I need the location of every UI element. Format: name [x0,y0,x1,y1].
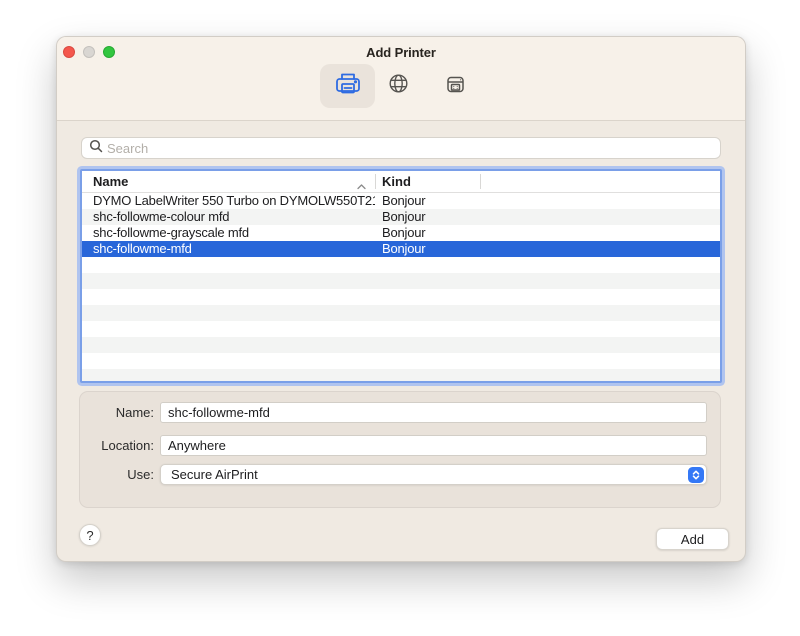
sort-ascending-icon [357,178,366,193]
empty-row [82,273,720,289]
printer-dotmatrix-icon [444,72,467,100]
name-field[interactable] [160,402,707,423]
add-printer-window: Add Printer [56,36,746,562]
printer-details-panel: Name: Location: Use: Secure AirPrint [79,391,721,508]
location-label: Location: [80,435,154,456]
empty-row [82,337,720,353]
table-body: DYMO LabelWriter 550 Turbo on DYMOLW550T… [82,193,720,383]
use-label: Use: [80,464,154,485]
column-divider [480,174,481,189]
printer-kind-cell: Bonjour [382,193,425,209]
empty-row [82,289,720,305]
printer-icon [334,71,362,102]
location-field[interactable] [160,435,707,456]
globe-icon [388,73,409,99]
table-row[interactable]: shc-followme-grayscale mfd Bonjour [82,225,720,241]
help-button[interactable]: ? [79,524,101,546]
name-label: Name: [80,402,154,423]
printer-name-cell: shc-followme-colour mfd [93,209,375,225]
table-row-selected[interactable]: shc-followme-mfd Bonjour [82,241,720,257]
popup-stepper-icon [688,467,704,483]
titlebar: Add Printer [57,37,745,121]
printer-kind-cell: Bonjour [382,225,425,241]
printer-kind-cell: Bonjour [382,209,425,225]
empty-row [82,369,720,383]
search-field[interactable] [81,137,721,159]
table-row[interactable]: shc-followme-colour mfd Bonjour [82,209,720,225]
printer-kind-cell: Bonjour [382,241,425,257]
use-dropdown[interactable]: Secure AirPrint [160,464,707,485]
tab-windows-printer[interactable] [428,64,483,108]
printer-name-cell: DYMO LabelWriter 550 Turbo on DYMOLW550T… [93,193,375,209]
empty-row [82,321,720,337]
add-button[interactable]: Add [656,528,729,550]
printer-name-cell: shc-followme-grayscale mfd [93,225,375,241]
window-title: Add Printer [57,45,745,61]
table-header: Name Kind [82,171,720,193]
use-dropdown-value: Secure AirPrint [171,467,258,482]
column-divider [375,174,376,189]
tab-ip-printer[interactable] [371,64,426,108]
column-header-kind[interactable]: Kind [382,174,411,189]
empty-row [82,353,720,369]
table-row[interactable]: DYMO LabelWriter 550 Turbo on DYMOLW550T… [82,193,720,209]
printer-name-cell: shc-followme-mfd [93,241,375,257]
empty-row [82,305,720,321]
printer-table: Name Kind DYMO LabelWriter 550 Turbo on … [80,169,722,383]
search-icon [89,139,103,158]
tab-default-printer[interactable] [320,64,375,108]
column-header-name[interactable]: Name [93,174,128,189]
search-input[interactable] [107,141,720,156]
empty-row [82,257,720,273]
